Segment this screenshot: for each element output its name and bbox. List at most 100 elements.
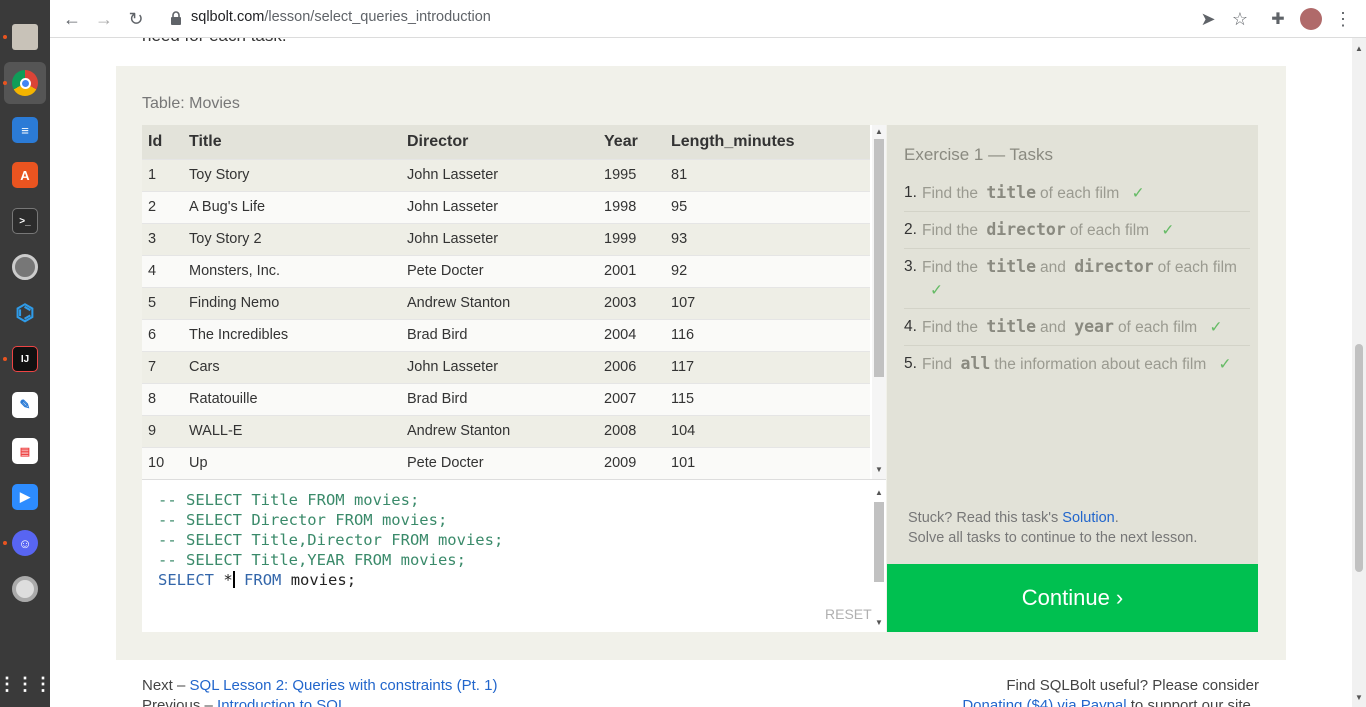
- table-cell: Toy Story 2: [183, 222, 401, 255]
- intellij-app-icon[interactable]: IJ: [12, 346, 38, 372]
- files-app-icon[interactable]: [12, 24, 38, 50]
- next-lesson-link[interactable]: SQL Lesson 2: Queries with constraints (…: [190, 677, 498, 694]
- app-grid-icon[interactable]: ⋮⋮⋮: [0, 671, 52, 697]
- check-icon: ✓: [1161, 222, 1175, 239]
- table-cell: Andrew Stanton: [401, 414, 598, 447]
- continue-button[interactable]: Continue ›: [887, 564, 1258, 632]
- browser-toolbar: ← → ↻ sqlbolt.com/lesson/select_queries_…: [50, 0, 1366, 38]
- table-cell: 116: [665, 318, 870, 351]
- table-cell: 2007: [598, 382, 665, 415]
- tasks-list: 1. Find the title of each film ✓ 2. Find th…: [904, 175, 1250, 382]
- footer-next: Next – SQL Lesson 2: Queries with constr…: [142, 677, 497, 694]
- scroll-down-arrow[interactable]: ▼: [1355, 693, 1363, 702]
- column-header: Length_minutes: [665, 125, 870, 159]
- text-editor-app-icon[interactable]: ≡: [12, 117, 38, 143]
- table-scrollbar[interactable]: ▲ ▼: [872, 125, 886, 479]
- scroll-down-arrow[interactable]: ▼: [875, 618, 883, 627]
- zoom-app-icon[interactable]: ▶: [12, 484, 38, 510]
- table-cell: Andrew Stanton: [401, 286, 598, 319]
- previous-lesson-link[interactable]: Introduction to SQL: [217, 697, 346, 707]
- table-cell: 2006: [598, 350, 665, 383]
- running-indicator: [3, 541, 7, 545]
- task-text: Find: [922, 356, 953, 373]
- table-scroll-thumb[interactable]: [874, 139, 884, 377]
- table-cell: 2009: [598, 446, 665, 479]
- vscode-app-icon[interactable]: ⌬: [12, 300, 38, 326]
- table-cell: 2: [142, 190, 183, 223]
- page-scroll-thumb[interactable]: [1355, 344, 1363, 572]
- chrome-app-icon[interactable]: [12, 70, 38, 96]
- sql-code[interactable]: -- SELECT Title FROM movies; -- SELECT D…: [158, 490, 503, 590]
- check-icon: ✓: [1131, 185, 1145, 202]
- scroll-up-arrow[interactable]: ▲: [1355, 44, 1363, 53]
- donate-suffix: to support our site.: [1130, 697, 1255, 707]
- ubuntu-dock: ≡ A >_ ⌬ IJ ✎ ▤ ▶ ☺ ⋮⋮⋮: [0, 0, 52, 707]
- code-line-comment: -- SELECT Director FROM movies;: [158, 511, 448, 529]
- scroll-up-arrow[interactable]: ▲: [875, 127, 883, 136]
- menu-icon[interactable]: ⋮: [1331, 7, 1355, 31]
- disc-drive-icon[interactable]: [12, 576, 38, 602]
- table-cell: 6: [142, 318, 183, 351]
- task-text: of each film: [1040, 185, 1120, 202]
- table-cell: 1999: [598, 222, 665, 255]
- running-indicator: [3, 357, 7, 361]
- table-row: 5 Finding Nemo Andrew Stanton 2003 107: [142, 286, 870, 319]
- column-header: Id: [142, 125, 183, 159]
- terminal-app-icon[interactable]: >_: [12, 208, 38, 234]
- table-cell: John Lasseter: [401, 350, 598, 383]
- check-icon: ✓: [1218, 356, 1232, 373]
- table-cell: 81: [665, 158, 870, 191]
- profile-avatar[interactable]: [1299, 7, 1323, 31]
- table-cell: 115: [665, 382, 870, 415]
- footer-prev: Previous – Introduction to SQL: [142, 697, 346, 707]
- page-scrollbar[interactable]: ▲ ▼: [1352, 38, 1366, 707]
- table-cell: 117: [665, 350, 870, 383]
- software-center-app-icon[interactable]: A: [12, 162, 38, 188]
- table-cell: Brad Bird: [401, 382, 598, 415]
- table-cell: 1995: [598, 158, 665, 191]
- table-row: 1 Toy Story John Lasseter 1995 81: [142, 158, 870, 191]
- intro-text: need for each task.: [142, 38, 287, 46]
- table-cell: John Lasseter: [401, 222, 598, 255]
- editor-scrollbar[interactable]: ▲ ▼: [872, 488, 886, 631]
- table-cell: 9: [142, 414, 183, 447]
- next-prefix: Next –: [142, 677, 186, 694]
- table-cell: Cars: [183, 350, 401, 383]
- task-number: 2.: [904, 221, 917, 238]
- stuck-text: Stuck? Read this task's: [908, 510, 1059, 526]
- notes-app-icon[interactable]: ✎: [12, 392, 38, 418]
- page-content: need for each task. Table: Movies Id Tit…: [50, 38, 1352, 707]
- send-icon[interactable]: ➤: [1196, 7, 1220, 31]
- table-cell: 7: [142, 350, 183, 383]
- table-row: 7 Cars John Lasseter 2006 117: [142, 350, 870, 383]
- task-text: of each film: [1069, 222, 1150, 239]
- settings-app-icon[interactable]: [12, 254, 38, 280]
- task-code: title: [986, 317, 1036, 336]
- extensions-icon[interactable]: ✚: [1266, 7, 1290, 31]
- star-icon[interactable]: ☆: [1228, 7, 1252, 31]
- donate-link[interactable]: Donating ($4) via Paypal: [962, 697, 1126, 707]
- table-row: 8 Ratatouille Brad Bird 2007 115: [142, 382, 870, 415]
- sql-star: *: [223, 571, 233, 589]
- address-bar[interactable]: sqlbolt.com/lesson/select_queries_introd…: [191, 9, 491, 25]
- solution-link[interactable]: Solution: [1062, 510, 1114, 526]
- back-icon[interactable]: ←: [60, 7, 84, 31]
- scroll-down-arrow[interactable]: ▼: [875, 465, 883, 474]
- news-app-icon[interactable]: ▤: [12, 438, 38, 464]
- reset-button[interactable]: RESET: [825, 606, 872, 622]
- check-icon: ✓: [1209, 319, 1223, 336]
- donate-prompt: Find SQLBolt useful? Please consider: [1006, 677, 1259, 694]
- scroll-up-arrow[interactable]: ▲: [875, 488, 883, 497]
- forward-icon[interactable]: →: [92, 7, 116, 31]
- sql-editor[interactable]: -- SELECT Title FROM movies; -- SELECT D…: [142, 479, 886, 632]
- task-number: 4.: [904, 318, 917, 335]
- reload-icon[interactable]: ↻: [124, 7, 148, 31]
- code-line-comment: -- SELECT Title,YEAR FROM movies;: [158, 551, 466, 569]
- editor-scroll-thumb[interactable]: [874, 502, 884, 582]
- task-text: of each film: [1157, 259, 1237, 276]
- table-cell: Monsters, Inc.: [183, 254, 401, 287]
- task-text: and: [1040, 259, 1066, 276]
- table-row: 3 Toy Story 2 John Lasseter 1999 93: [142, 222, 870, 255]
- discord-app-icon[interactable]: ☺: [12, 530, 38, 556]
- task-text: Find the: [922, 185, 979, 202]
